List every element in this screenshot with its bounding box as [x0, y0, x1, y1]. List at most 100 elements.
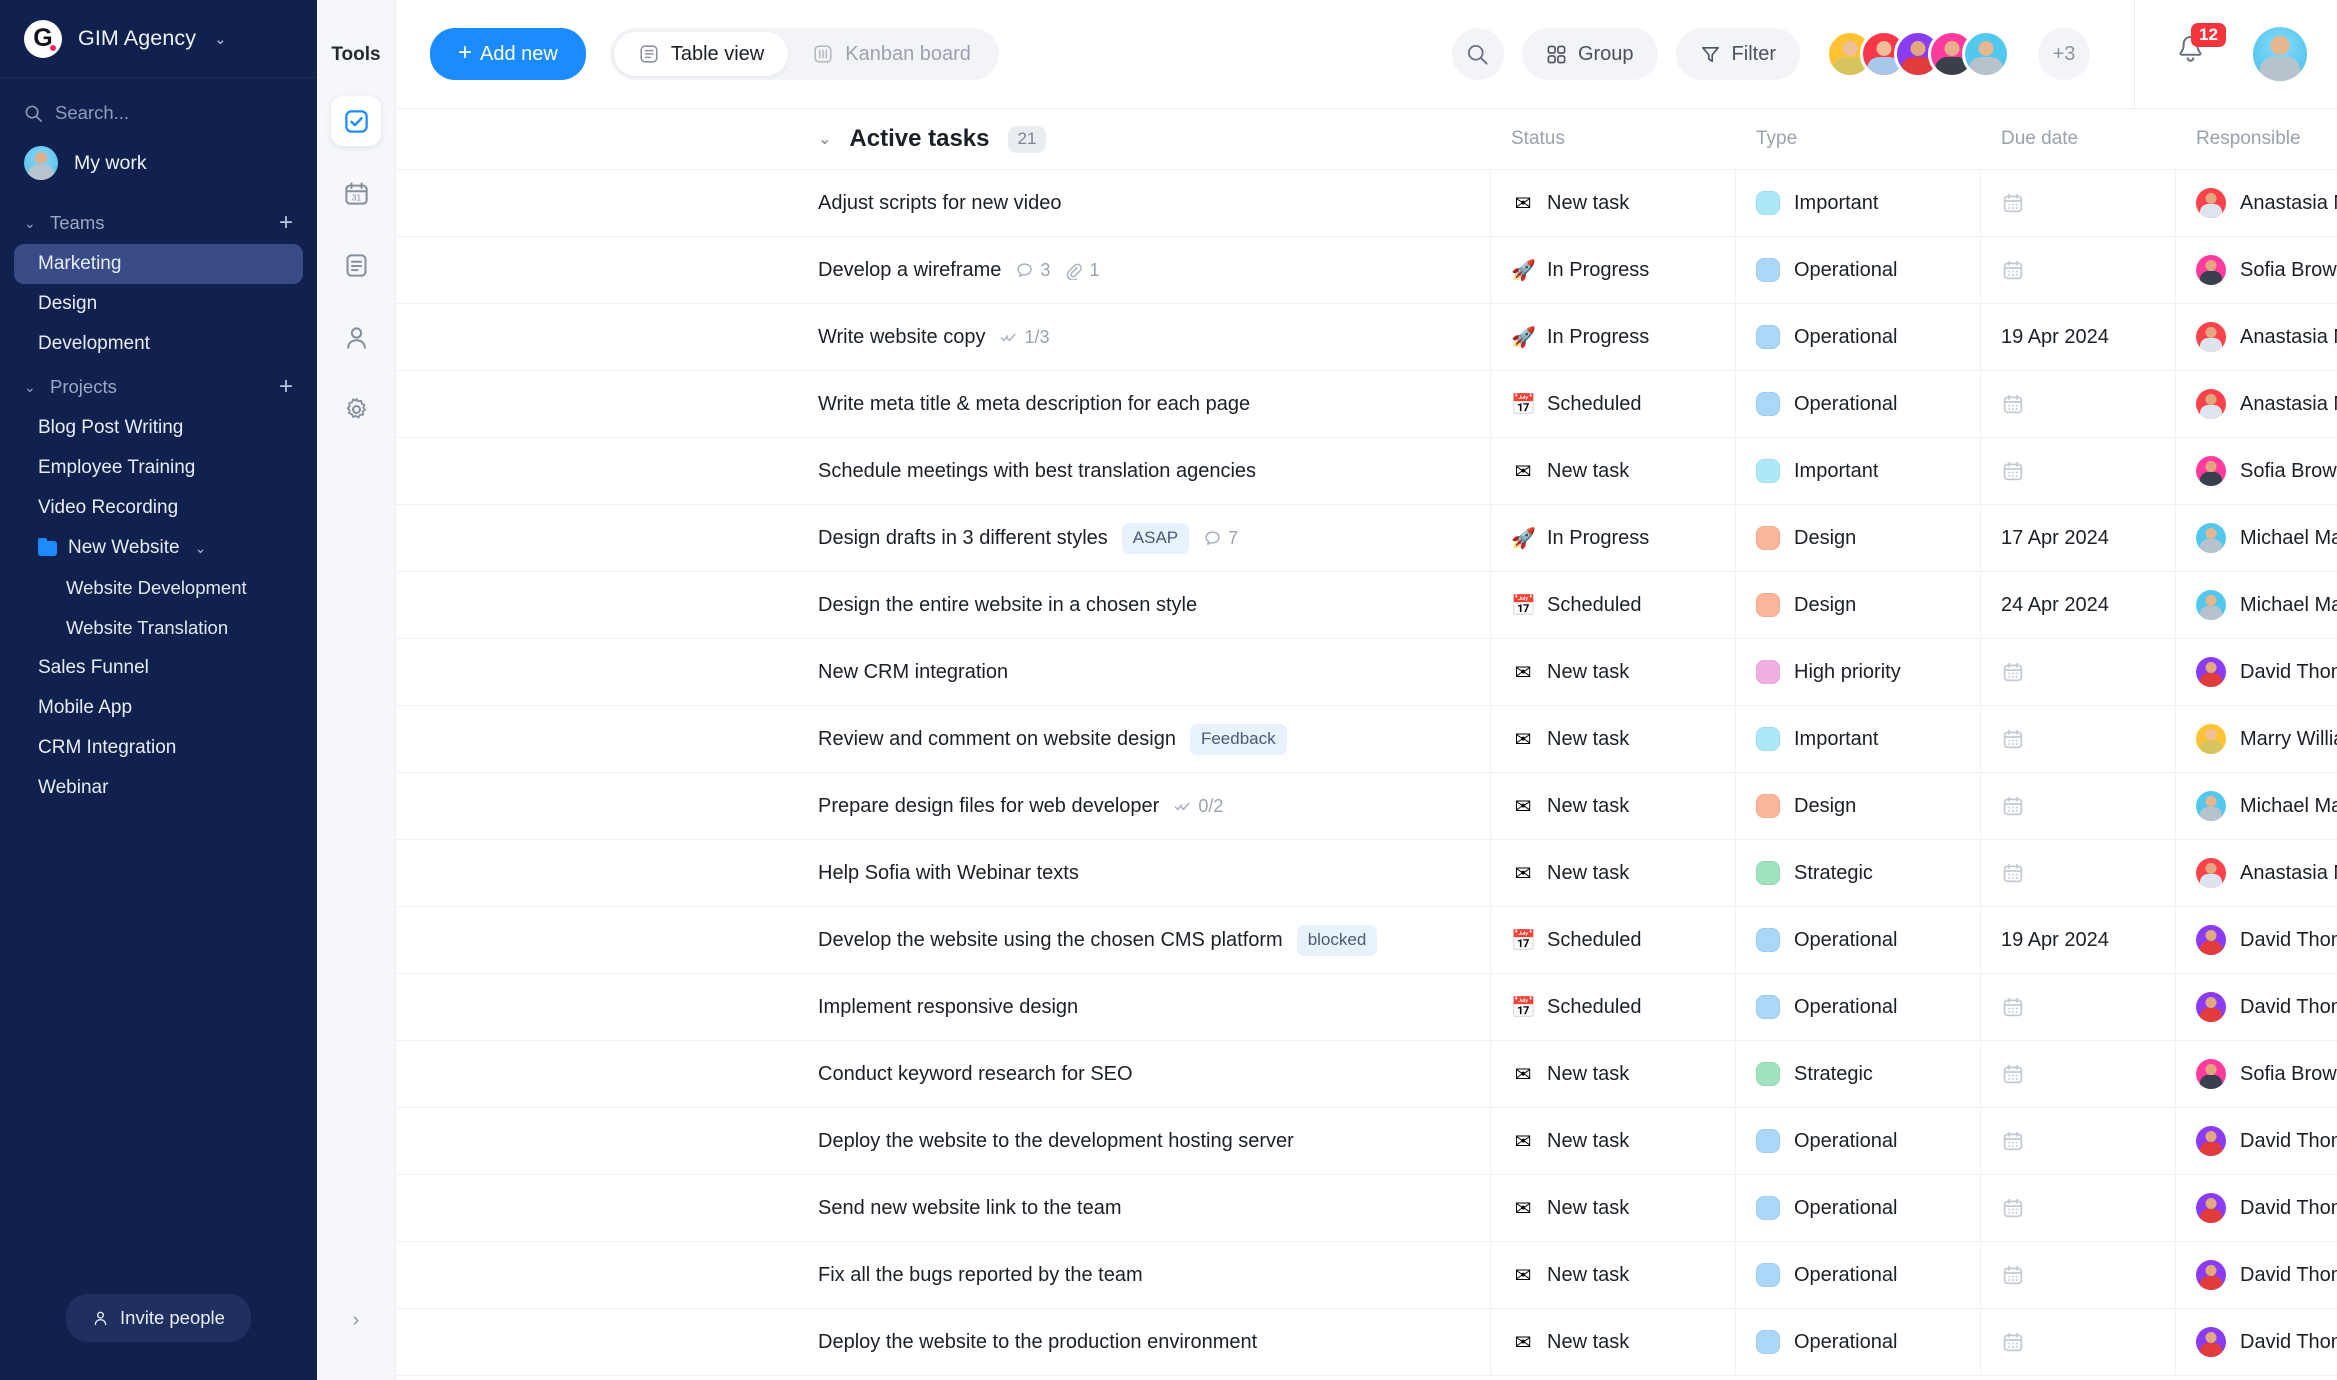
cell-status[interactable]: ✉ New task: [1491, 170, 1736, 236]
cell-task-name[interactable]: Prepare design files for web developer 0/…: [396, 773, 1491, 839]
cell-due-date[interactable]: 17 Apr 2024: [1981, 505, 2176, 571]
sidebar-item-project-crm-integration[interactable]: CRM Integration: [14, 728, 303, 768]
cell-task-name[interactable]: Fix all the bugs reported by the team: [396, 1242, 1491, 1308]
cell-responsible[interactable]: David Thomas: [2176, 1242, 2337, 1308]
member-overflow-count[interactable]: +3: [2038, 28, 2090, 80]
cell-status[interactable]: ✉ New task: [1491, 706, 1736, 772]
chevron-down-icon[interactable]: ⌄: [195, 540, 207, 557]
cell-type[interactable]: Important: [1736, 438, 1981, 504]
cell-responsible[interactable]: Michael Martinez: [2176, 572, 2337, 638]
table-row[interactable]: Design the entire website in a chosen st…: [396, 572, 2337, 639]
current-user-avatar[interactable]: [2253, 27, 2307, 81]
task-tag[interactable]: blocked: [1296, 924, 1378, 956]
sidebar-search[interactable]: [0, 78, 317, 134]
calendar-icon[interactable]: [2001, 191, 2025, 215]
rail-item-calendar[interactable]: 31: [331, 168, 381, 218]
cell-task-name[interactable]: Design the entire website in a chosen st…: [396, 572, 1491, 638]
table-row[interactable]: Send new website link to the team ✉ New ta…: [396, 1175, 2337, 1242]
table-row[interactable]: Deploy the website to the production env…: [396, 1309, 2337, 1376]
calendar-icon[interactable]: [2001, 1330, 2025, 1354]
cell-task-name[interactable]: Help Sofia with Webinar texts: [396, 840, 1491, 906]
cell-responsible[interactable]: Sofia Brown: [2176, 1041, 2337, 1107]
cell-status[interactable]: ✉ New task: [1491, 840, 1736, 906]
cell-task-name[interactable]: Conduct keyword research for SEO: [396, 1041, 1491, 1107]
column-header-status[interactable]: Status: [1491, 128, 1736, 150]
cell-status[interactable]: ✉ New task: [1491, 773, 1736, 839]
cell-due-date[interactable]: [1981, 974, 2176, 1040]
cell-task-name[interactable]: Deploy the website to the development ho…: [396, 1108, 1491, 1174]
task-tag[interactable]: Feedback: [1189, 723, 1287, 755]
rail-item-people[interactable]: [331, 312, 381, 362]
avatar[interactable]: [1962, 30, 2010, 78]
column-header-due-date[interactable]: Due date: [1981, 128, 2176, 150]
cell-due-date[interactable]: [1981, 170, 2176, 236]
tab-kanban-board[interactable]: Kanban board: [788, 32, 995, 76]
table-row[interactable]: Schedule meetings with best translation …: [396, 438, 2337, 505]
sidebar-item-my-work[interactable]: My work: [0, 134, 317, 200]
cell-due-date[interactable]: [1981, 1041, 2176, 1107]
cell-due-date[interactable]: [1981, 639, 2176, 705]
sidebar-item-project-sales-funnel[interactable]: Sales Funnel: [14, 648, 303, 688]
cell-responsible[interactable]: Michael Martinez: [2176, 773, 2337, 839]
cell-responsible[interactable]: David Thomas: [2176, 1108, 2337, 1174]
cell-type[interactable]: High priority: [1736, 639, 1981, 705]
cell-status[interactable]: 📅 Scheduled: [1491, 371, 1736, 437]
cell-due-date[interactable]: [1981, 237, 2176, 303]
cell-type[interactable]: Strategic: [1736, 840, 1981, 906]
cell-status[interactable]: 📅 Scheduled: [1491, 572, 1736, 638]
column-header-type[interactable]: Type: [1736, 128, 1981, 150]
task-tag[interactable]: ASAP: [1121, 522, 1190, 554]
cell-type[interactable]: Operational: [1736, 304, 1981, 370]
cell-task-name[interactable]: Develop the website using the chosen CMS…: [396, 907, 1491, 973]
sidebar-item-team-development[interactable]: Development: [14, 324, 303, 364]
sidebar-item-project-new-website[interactable]: New Website ⌄: [14, 528, 303, 568]
cell-type[interactable]: Operational: [1736, 1309, 1981, 1375]
calendar-icon[interactable]: [2001, 392, 2025, 416]
rail-collapse-button[interactable]: ›: [340, 1304, 372, 1336]
cell-type[interactable]: Operational: [1736, 371, 1981, 437]
table-row[interactable]: Implement responsive design 📅 Scheduled Ope…: [396, 974, 2337, 1041]
calendar-icon[interactable]: [2001, 1129, 2025, 1153]
cell-task-name[interactable]: Send new website link to the team: [396, 1175, 1491, 1241]
cell-type[interactable]: Operational: [1736, 1242, 1981, 1308]
cell-responsible[interactable]: David Thomas: [2176, 1309, 2337, 1375]
cell-responsible[interactable]: David Thomas: [2176, 907, 2337, 973]
sidebar-item-project-website-development[interactable]: Website Development: [14, 568, 303, 608]
group-button[interactable]: Group: [1521, 28, 1658, 80]
table-row[interactable]: Conduct keyword research for SEO ✉ New tas…: [396, 1041, 2337, 1108]
rail-item-tasks[interactable]: [331, 96, 381, 146]
calendar-icon[interactable]: [2001, 861, 2025, 885]
column-header-responsible[interactable]: Responsible: [2176, 128, 2337, 150]
group-header-cell[interactable]: ⌄ Active tasks 21: [396, 125, 1491, 153]
cell-responsible[interactable]: David Thomas: [2176, 1175, 2337, 1241]
cell-task-name[interactable]: New CRM integration: [396, 639, 1491, 705]
invite-people-button[interactable]: Invite people: [66, 1294, 251, 1342]
cell-status[interactable]: ✉ New task: [1491, 438, 1736, 504]
cell-task-name[interactable]: Write meta title & meta description for …: [396, 371, 1491, 437]
calendar-icon[interactable]: [2001, 258, 2025, 282]
sidebar-item-team-design[interactable]: Design: [14, 284, 303, 324]
cell-responsible[interactable]: Anastasia Novak: [2176, 170, 2337, 236]
cell-responsible[interactable]: Anastasia Novak: [2176, 371, 2337, 437]
cell-due-date[interactable]: [1981, 840, 2176, 906]
table-row[interactable]: Design drafts in 3 different styles ASAP 7…: [396, 505, 2337, 572]
cell-task-name[interactable]: Deploy the website to the production env…: [396, 1309, 1491, 1375]
sidebar-item-project-webinar[interactable]: Webinar: [14, 768, 303, 808]
cell-due-date[interactable]: [1981, 1242, 2176, 1308]
cell-due-date[interactable]: 19 Apr 2024: [1981, 907, 2176, 973]
cell-status[interactable]: ✉ New task: [1491, 1108, 1736, 1174]
cell-task-name[interactable]: Develop a wireframe 3 1: [396, 237, 1491, 303]
sidebar-item-project-video-recording[interactable]: Video Recording: [14, 488, 303, 528]
cell-type[interactable]: Important: [1736, 706, 1981, 772]
cell-due-date[interactable]: [1981, 371, 2176, 437]
cell-status[interactable]: ✉ New task: [1491, 1175, 1736, 1241]
cell-responsible[interactable]: David Thomas: [2176, 639, 2337, 705]
tab-table-view[interactable]: Table view: [613, 32, 789, 76]
add-team-button[interactable]: +: [279, 211, 293, 235]
cell-responsible[interactable]: Marry Williams: [2176, 706, 2337, 772]
cell-responsible[interactable]: Sofia Brown: [2176, 438, 2337, 504]
cell-status[interactable]: ✉ New task: [1491, 1041, 1736, 1107]
table-row[interactable]: Write website copy 1/3 🚀 In Progress Operati…: [396, 304, 2337, 371]
cell-status[interactable]: 🚀 In Progress: [1491, 237, 1736, 303]
search-button[interactable]: [1451, 28, 1504, 80]
